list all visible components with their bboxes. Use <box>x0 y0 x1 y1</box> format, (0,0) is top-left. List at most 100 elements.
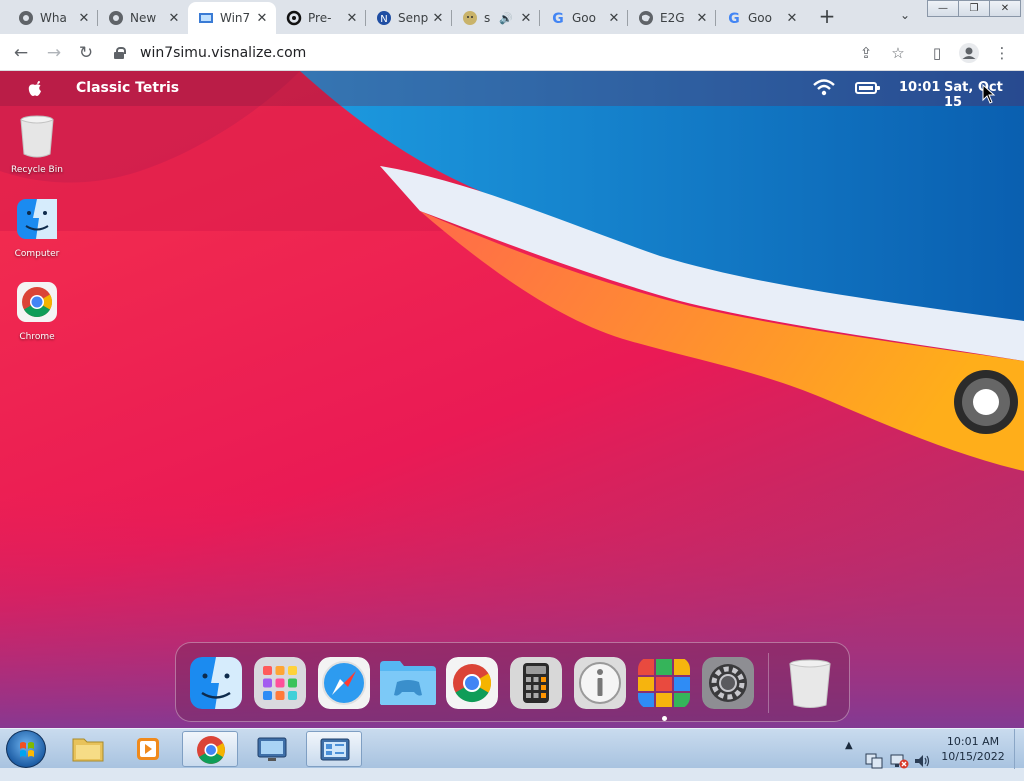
desktop-icon-computer[interactable]: Computer <box>2 198 72 259</box>
tab-title: E2G <box>660 11 685 25</box>
browser-tab[interactable]: Pre- ✕ <box>276 2 366 34</box>
volume-icon[interactable] <box>913 741 931 781</box>
browser-tab-active[interactable]: Win7 ✕ <box>188 2 276 34</box>
taskbar-time: 10:01 AM <box>946 735 1000 748</box>
reload-button[interactable]: ↻ <box>75 42 97 64</box>
kebab-menu-icon[interactable]: ⋮ <box>991 42 1013 64</box>
info-icon[interactable] <box>574 657 626 709</box>
browser-tab-strip: Wha ✕ New ✕ Win7 ✕ Pre- ✕ N Senp ✕ s 🔊 ✕… <box>0 0 1024 34</box>
assistive-touch-button[interactable] <box>954 370 1018 434</box>
lock-icon[interactable] <box>114 47 126 59</box>
google-icon: G <box>550 10 566 26</box>
tab-title: Pre- <box>308 11 332 25</box>
system-preferences-icon[interactable] <box>702 657 754 709</box>
folder-icon <box>72 738 104 762</box>
launchpad-icon[interactable] <box>254 657 306 709</box>
close-icon[interactable]: ✕ <box>694 10 710 26</box>
svg-text:N: N <box>380 14 387 25</box>
active-app-name[interactable]: Classic Tetris <box>76 80 179 96</box>
chrome-icon <box>108 10 124 26</box>
browser-tab[interactable]: N Senp ✕ <box>366 2 452 34</box>
finder-dock-icon[interactable] <box>190 657 242 709</box>
profile-avatar[interactable] <box>958 42 980 64</box>
smiley-icon <box>462 10 478 26</box>
desktop-icon-label: Chrome <box>19 332 55 342</box>
show-desktop-button[interactable] <box>1014 729 1024 769</box>
running-indicator-dot <box>662 716 667 721</box>
recycle-bin-icon <box>20 115 54 158</box>
tab-title: Goo <box>748 11 772 25</box>
battery-icon[interactable] <box>855 82 880 94</box>
apple-icon[interactable] <box>25 78 45 98</box>
back-button[interactable]: ← <box>10 42 32 64</box>
dock-separator <box>768 653 769 713</box>
close-window-button[interactable]: ✕ <box>989 0 1021 17</box>
desktop-icon-label: Recycle Bin <box>11 165 63 175</box>
finder-icon <box>17 199 57 239</box>
desktop-icon-label: Computer <box>14 249 60 259</box>
taskbar-clock[interactable]: 10:01 AM 10/15/2022 <box>936 734 1010 774</box>
address-bar[interactable]: win7simu.visnalize.com <box>108 39 916 67</box>
browser-tab[interactable]: s 🔊 ✕ <box>452 2 540 34</box>
side-panel-icon[interactable]: ▯ <box>926 42 948 64</box>
speaker-icon[interactable]: 🔊 <box>498 10 514 26</box>
menubar-time[interactable]: 10:01 <box>899 80 940 95</box>
action-center-icon[interactable] <box>864 741 884 781</box>
tab-title: Senp <box>398 11 429 25</box>
svg-text:G: G <box>728 11 740 26</box>
monitor-icon <box>257 737 287 761</box>
browser-tab[interactable]: G Goo ✕ <box>540 2 628 34</box>
remote-desktop-taskbar-button[interactable] <box>244 731 300 767</box>
network-error-icon[interactable] <box>889 741 909 781</box>
tab-title: New <box>130 11 157 25</box>
browser-tab[interactable]: New ✕ <box>98 2 188 34</box>
wifi-icon[interactable] <box>813 78 835 98</box>
browser-tab[interactable]: E2G ✕ <box>628 2 716 34</box>
windows-logo-icon <box>20 742 34 757</box>
games-folder-icon[interactable] <box>378 657 438 709</box>
close-icon[interactable]: ✕ <box>166 10 182 26</box>
browser-tab[interactable]: Wha ✕ <box>8 2 98 34</box>
windows-taskbar: ▲ 10:01 AM 10/15/2022 <box>0 728 1024 769</box>
media-player-taskbar-button[interactable] <box>120 731 176 767</box>
new-tab-button[interactable]: + <box>816 6 838 28</box>
media-player-icon <box>137 738 159 760</box>
close-icon[interactable]: ✕ <box>430 10 446 26</box>
mouse-cursor-icon <box>982 84 996 104</box>
show-hidden-icons-button[interactable]: ▲ <box>845 740 853 780</box>
google-icon: G <box>726 10 742 26</box>
browser-toolbar: ← → ↻ win7simu.visnalize.com ⇪ ☆ ▯ ⋮ <box>0 34 1024 71</box>
tab-title: Wha <box>40 11 67 25</box>
chrome-taskbar-button[interactable] <box>182 731 238 767</box>
close-icon[interactable]: ✕ <box>76 10 92 26</box>
threads-icon <box>286 10 302 26</box>
minimize-button[interactable]: — <box>927 0 959 17</box>
safari-icon[interactable] <box>318 657 370 709</box>
win7-icon <box>198 10 214 26</box>
maximize-button[interactable]: ❐ <box>958 0 990 17</box>
chrome-dock-icon[interactable] <box>446 657 498 709</box>
calculator-icon[interactable] <box>510 657 562 709</box>
dock <box>175 642 850 722</box>
explorer-taskbar-button[interactable] <box>60 731 116 767</box>
mosaic-app-icon[interactable] <box>638 657 690 709</box>
close-icon[interactable]: ✕ <box>518 10 534 26</box>
chrome-icon <box>17 282 57 322</box>
forward-button[interactable]: → <box>43 42 65 64</box>
bookmark-star-icon[interactable]: ☆ <box>887 42 909 64</box>
close-icon[interactable]: ✕ <box>784 10 800 26</box>
control-panel-taskbar-button[interactable] <box>306 731 362 767</box>
browser-tab[interactable]: G Goo ✕ <box>716 2 806 34</box>
close-icon[interactable]: ✕ <box>606 10 622 26</box>
desktop-icon-recycle-bin[interactable]: Recycle Bin <box>2 114 72 175</box>
close-icon[interactable]: ✕ <box>344 10 360 26</box>
start-button[interactable] <box>6 730 46 768</box>
close-icon[interactable]: ✕ <box>254 10 270 26</box>
desktop-icon-chrome[interactable]: Chrome <box>2 281 72 342</box>
control-panel-icon <box>320 738 350 761</box>
chrome-icon <box>197 736 225 764</box>
wallpaper <box>0 71 1024 728</box>
share-icon[interactable]: ⇪ <box>855 42 877 64</box>
tab-search-button[interactable]: ⌄ <box>896 8 914 26</box>
trash-icon[interactable] <box>784 657 836 709</box>
